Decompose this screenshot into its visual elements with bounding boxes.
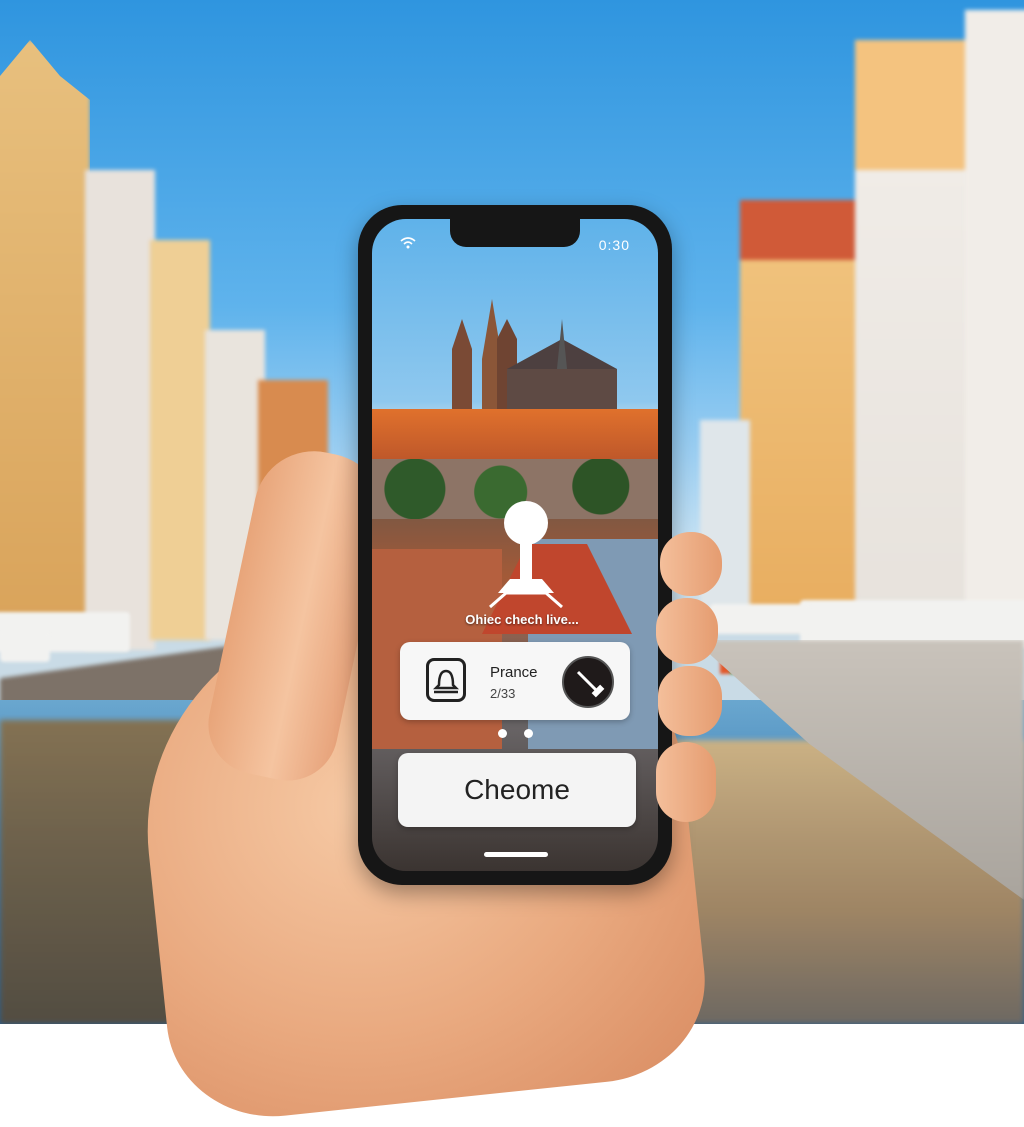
finger-1	[660, 532, 722, 596]
page-dot-active	[498, 729, 507, 738]
location-label: Ohiec chech live...	[465, 612, 579, 627]
cafe-awning-right-2	[710, 604, 810, 634]
home-indicator[interactable]	[484, 852, 548, 857]
finger-3	[658, 666, 722, 736]
finger-2	[656, 598, 718, 664]
cafe-awning-left-2	[0, 632, 50, 662]
primary-button[interactable]: Cheome	[398, 753, 636, 827]
smartphone: 0:30 Ohiec chech live... Prance 2/33 Che…	[358, 205, 672, 885]
finger-4	[656, 742, 716, 822]
page-indicator	[496, 729, 536, 739]
status-time: 0:30	[598, 237, 630, 253]
card-title: Prance	[490, 664, 538, 681]
building-right-1	[740, 200, 860, 630]
camera-notch	[450, 219, 580, 247]
building-left-2	[85, 170, 155, 650]
card-subtitle: 2/33	[490, 686, 516, 701]
building-right-2	[855, 40, 975, 630]
building-left-3	[150, 240, 210, 640]
building-right-3	[965, 10, 1024, 630]
map-pin-icon[interactable]	[476, 495, 576, 615]
page-dot	[524, 729, 533, 738]
phone-screen: 0:30 Ohiec chech live... Prance 2/33 Che…	[372, 219, 658, 871]
wifi-icon	[400, 237, 416, 252]
hammer-icon[interactable]	[562, 656, 614, 708]
building-left-1	[0, 40, 90, 640]
bell-icon	[426, 658, 466, 702]
location-card[interactable]: Prance 2/33	[400, 642, 630, 720]
